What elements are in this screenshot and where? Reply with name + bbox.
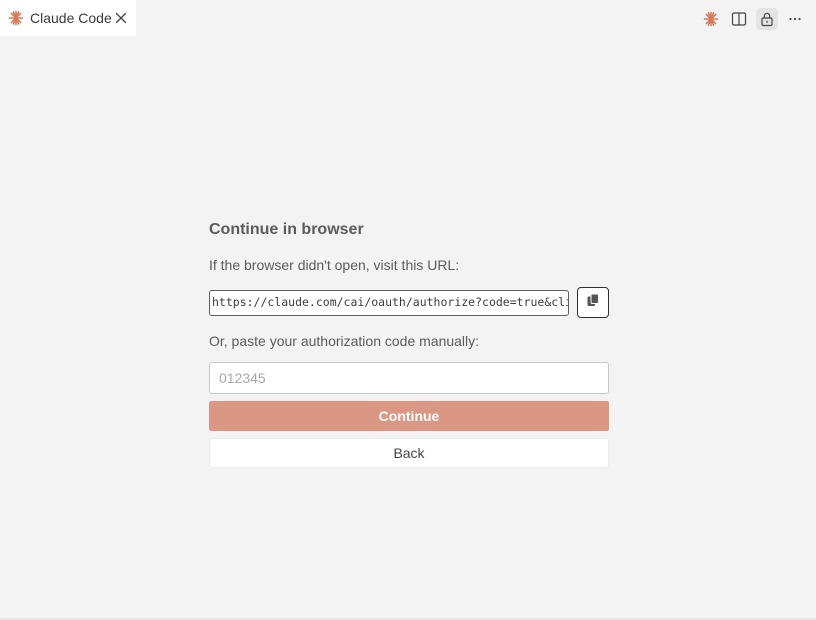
more-icon[interactable] xyxy=(784,8,806,30)
tab-title: Claude Code xyxy=(30,10,112,26)
back-button[interactable]: Back xyxy=(209,438,609,468)
editor-actions xyxy=(700,8,806,30)
manual-code-prompt: Or, paste your authorization code manual… xyxy=(209,333,480,349)
url-row: https://claude.com/cai/oauth/authorize?c… xyxy=(209,287,609,318)
authorization-url-field[interactable]: https://claude.com/cai/oauth/authorize?c… xyxy=(209,290,569,316)
tab-claude-code[interactable]: Claude Code xyxy=(0,0,136,36)
copy-url-button[interactable] xyxy=(577,287,609,318)
claude-spark-icon xyxy=(8,10,24,26)
continue-button[interactable]: Continue xyxy=(209,401,609,431)
authorization-code-input[interactable] xyxy=(209,362,609,394)
claude-spark-icon[interactable] xyxy=(700,8,722,30)
copy-icon xyxy=(585,292,601,313)
url-prompt: If the browser didn't open, visit this U… xyxy=(209,257,460,273)
page-title: Continue in browser xyxy=(209,221,364,238)
split-editor-icon[interactable] xyxy=(728,8,750,30)
lock-icon[interactable] xyxy=(756,8,778,30)
title-bar: Claude Code xyxy=(0,0,816,36)
close-icon[interactable] xyxy=(114,11,128,25)
login-panel: Continue in browser If the browser didn'… xyxy=(209,220,609,468)
